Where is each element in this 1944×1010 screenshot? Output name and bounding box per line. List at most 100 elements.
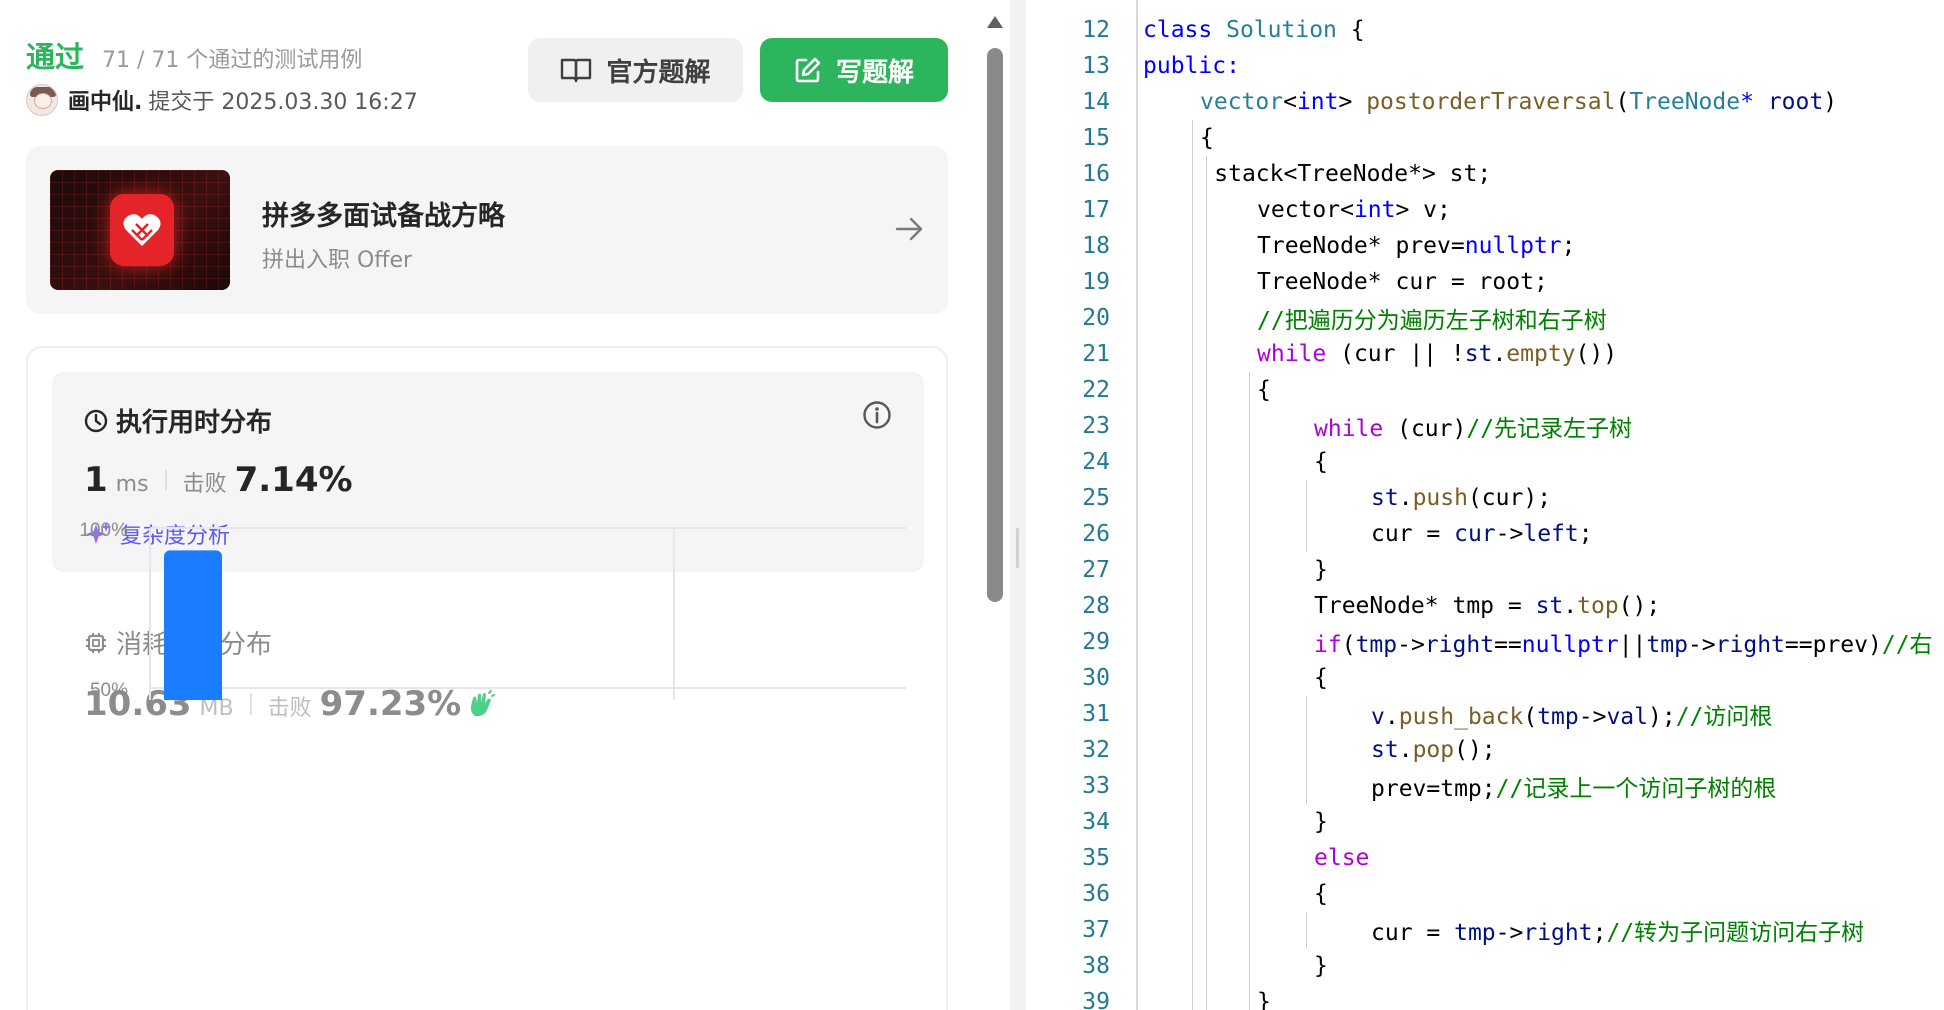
code-text: prev=tmp;//记录上一个访问子树的根 (1371, 776, 1777, 802)
code-line[interactable]: 39} (1028, 984, 1944, 1010)
code-line[interactable]: 22 { (1028, 372, 1944, 408)
code-line[interactable]: 34} (1028, 804, 1944, 840)
code-text: while (cur)//先记录左子树 (1314, 416, 1633, 442)
code-text: } (1314, 557, 1328, 583)
edit-icon (794, 56, 822, 84)
code-text: } (1314, 809, 1328, 835)
scroll-up-arrow-icon[interactable] (987, 16, 1003, 28)
code-line[interactable]: 13 public: (1028, 48, 1944, 84)
status-accepted: 通过 (26, 40, 85, 74)
code-text: if(tmp->right==nullptr||tmp->right==prev… (1314, 632, 1933, 658)
submitted-time: 提交于 2025.03.30 16:27 (148, 90, 418, 115)
code-line[interactable]: 24 { (1028, 444, 1944, 480)
code-line[interactable]: 27} (1028, 552, 1944, 588)
code-line[interactable]: 30 { (1028, 660, 1944, 696)
tests-passed-count: 71 / 71 个通过的测试用例 (102, 48, 363, 73)
y-tick-label-100: 100% (79, 520, 128, 541)
y-tick-label-50: 50% (90, 680, 128, 700)
line-number: 17 (1082, 197, 1110, 223)
code-line[interactable]: 37 cur = tmp->right;//转为子问题访问右子树 (1028, 912, 1944, 948)
line-number: 14 (1082, 89, 1110, 115)
code-text: { (1257, 377, 1271, 403)
promo-subtitle: 拼出入职 Offer (262, 248, 413, 273)
write-solution-label: 写题解 (835, 57, 914, 88)
code-line[interactable]: 18 TreeNode* prev=nullptr; (1028, 228, 1944, 264)
promo-title: 拼多多面试备战方略 (262, 201, 505, 232)
pinduoduo-logo-icon (110, 194, 174, 266)
code-line[interactable]: 14 vector<int> postorderTraversal(TreeNod… (1028, 84, 1944, 120)
code-text: TreeNode* tmp = st.top(); (1314, 593, 1661, 619)
memory-distribution-chart[interactable]: 100% 50% (56, 470, 916, 700)
arrow-right-icon[interactable] (894, 214, 924, 248)
promo-banner[interactable]: 拼多多面试备战方略 拼出入职 Offer (26, 146, 948, 314)
line-number: 32 (1082, 737, 1110, 763)
code-text: st.push(cur); (1371, 485, 1552, 511)
code-text: TreeNode* prev=nullptr; (1257, 233, 1576, 259)
code-text: vector<int> postorderTraversal(TreeNode*… (1200, 89, 1838, 115)
code-text: { (1314, 881, 1328, 907)
code-text: public: (1143, 53, 1240, 79)
code-text: cur = cur->left; (1371, 521, 1593, 547)
line-number: 39 (1082, 989, 1110, 1010)
scrollbar-thumb[interactable] (987, 48, 1003, 602)
code-line[interactable]: 25 st.push(cur); (1028, 480, 1944, 516)
distribution-bar[interactable] (164, 550, 222, 700)
code-line[interactable]: 20 //把遍历分为遍历左子树和右子树 (1028, 300, 1944, 336)
code-line[interactable]: 26 cur = cur->left; (1028, 516, 1944, 552)
code-line[interactable]: 31 v.push_back(tmp->val);//访问根 (1028, 696, 1944, 732)
line-number: 19 (1082, 269, 1110, 295)
vertical-scrollbar[interactable] (980, 0, 1010, 1010)
code-text: st.pop(); (1371, 737, 1496, 763)
code-line[interactable]: 29 if(tmp->right==nullptr||tmp->right==pr… (1028, 624, 1944, 660)
runtime-title: 执行用时分布 (84, 402, 272, 439)
line-number: 27 (1082, 557, 1110, 583)
line-number: 12 (1082, 17, 1110, 43)
avatar[interactable] (26, 84, 58, 116)
code-editor[interactable]: 12 class Solution { 13 public: 14 vector<int>… (1028, 0, 1944, 1010)
code-line[interactable]: 16 stack<TreeNode*> st; (1028, 156, 1944, 192)
line-number: 35 (1082, 845, 1110, 871)
splitter-grip[interactable] (1016, 528, 1019, 568)
info-icon[interactable] (862, 400, 892, 434)
code-line[interactable]: 35 else (1028, 840, 1944, 876)
code-line[interactable]: 38} (1028, 948, 1944, 984)
submitter-row: 画中仙. 提交于 2025.03.30 16:27 (26, 84, 418, 116)
clock-icon (84, 409, 108, 433)
line-number: 26 (1082, 521, 1110, 547)
code-text: cur = tmp->right;//转为子问题访问右子树 (1371, 920, 1865, 946)
code-text: { (1200, 125, 1214, 151)
line-number: 34 (1082, 809, 1110, 835)
code-text: { (1314, 449, 1328, 475)
code-text: } (1314, 953, 1328, 979)
panel-splitter[interactable] (1010, 0, 1026, 1010)
code-line[interactable]: 36 { (1028, 876, 1944, 912)
submission-detail-panel: 通过 71 / 71 个通过的测试用例 画中仙. 提交于 2025.03.30 … (0, 0, 980, 1010)
line-number: 31 (1082, 701, 1110, 727)
status-row: 通过 71 / 71 个通过的测试用例 (26, 34, 362, 76)
code-text: else (1314, 845, 1370, 871)
code-line[interactable]: 21 while (cur || !st.empty()) (1028, 336, 1944, 372)
code-text: vector<int> v; (1257, 197, 1451, 223)
write-solution-button[interactable]: 写题解 (760, 38, 948, 102)
line-number: 22 (1082, 377, 1110, 403)
line-number: 30 (1082, 665, 1110, 691)
code-line[interactable]: 28 TreeNode* tmp = st.top(); (1028, 588, 1944, 624)
code-line[interactable]: 17 vector<int> v; (1028, 192, 1944, 228)
code-text: v.push_back(tmp->val);//访问根 (1371, 704, 1773, 730)
official-solution-label: 官方题解 (606, 57, 711, 88)
line-number: 37 (1082, 917, 1110, 943)
code-text: { (1314, 665, 1328, 691)
code-text: while (cur || !st.empty()) (1257, 341, 1618, 367)
indent-guide (1206, 156, 1208, 1010)
official-solution-button[interactable]: 官方题解 (528, 38, 743, 102)
code-line[interactable]: 15 { (1028, 120, 1944, 156)
code-line[interactable]: 32 st.pop(); (1028, 732, 1944, 768)
code-line[interactable]: 23 while (cur)//先记录左子树 (1028, 408, 1944, 444)
code-text: TreeNode* cur = root; (1257, 269, 1548, 295)
line-number: 23 (1082, 413, 1110, 439)
code-line[interactable]: 12 class Solution { (1028, 12, 1944, 48)
username[interactable]: 画中仙. (68, 84, 142, 116)
code-line[interactable]: 19 TreeNode* cur = root; (1028, 264, 1944, 300)
code-text: class Solution { (1143, 17, 1365, 43)
code-line[interactable]: 33 prev=tmp;//记录上一个访问子树的根 (1028, 768, 1944, 804)
